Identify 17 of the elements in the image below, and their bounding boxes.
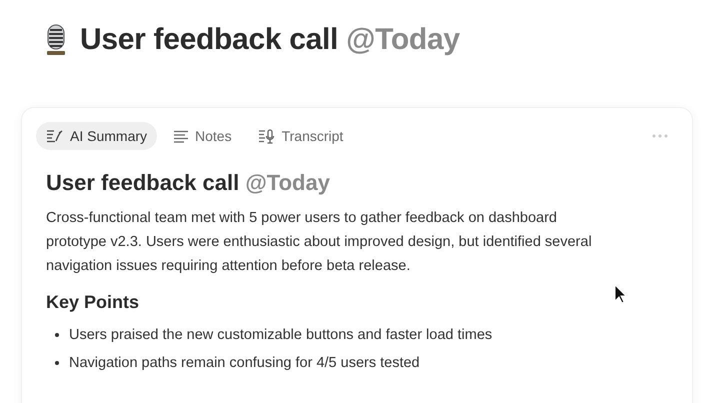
tab[interactable]: Transcript (248, 122, 354, 150)
transcript-icon (258, 128, 276, 144)
page-title: User feedback call @Today (80, 23, 460, 57)
section-heading: Key Points (46, 292, 140, 313)
key-point: Navigation paths remain confusing for 4/5 users tested (69, 355, 420, 371)
microphone-icon (44, 24, 68, 56)
key-point: Users praised the new customizable buttons and faster load times (69, 327, 492, 343)
bullet-icon (55, 333, 59, 337)
mouse-cursor-icon (614, 284, 628, 304)
summary-text: Cross-functional team met with 5 power users to gather feedback on dashboard prototype v2.3. Users were enthusiastic about improved design, but identified several navigation issues requiring attention before beta release. (46, 209, 593, 276)
notes-icon (173, 130, 190, 142)
bullet-icon (55, 361, 59, 365)
more-icon (652, 134, 668, 138)
tab[interactable]: AI Summary (36, 122, 158, 150)
tab[interactable]: Notes (163, 122, 242, 150)
summary-title: User feedback call @Today (46, 170, 330, 196)
summary-icon (46, 129, 64, 143)
